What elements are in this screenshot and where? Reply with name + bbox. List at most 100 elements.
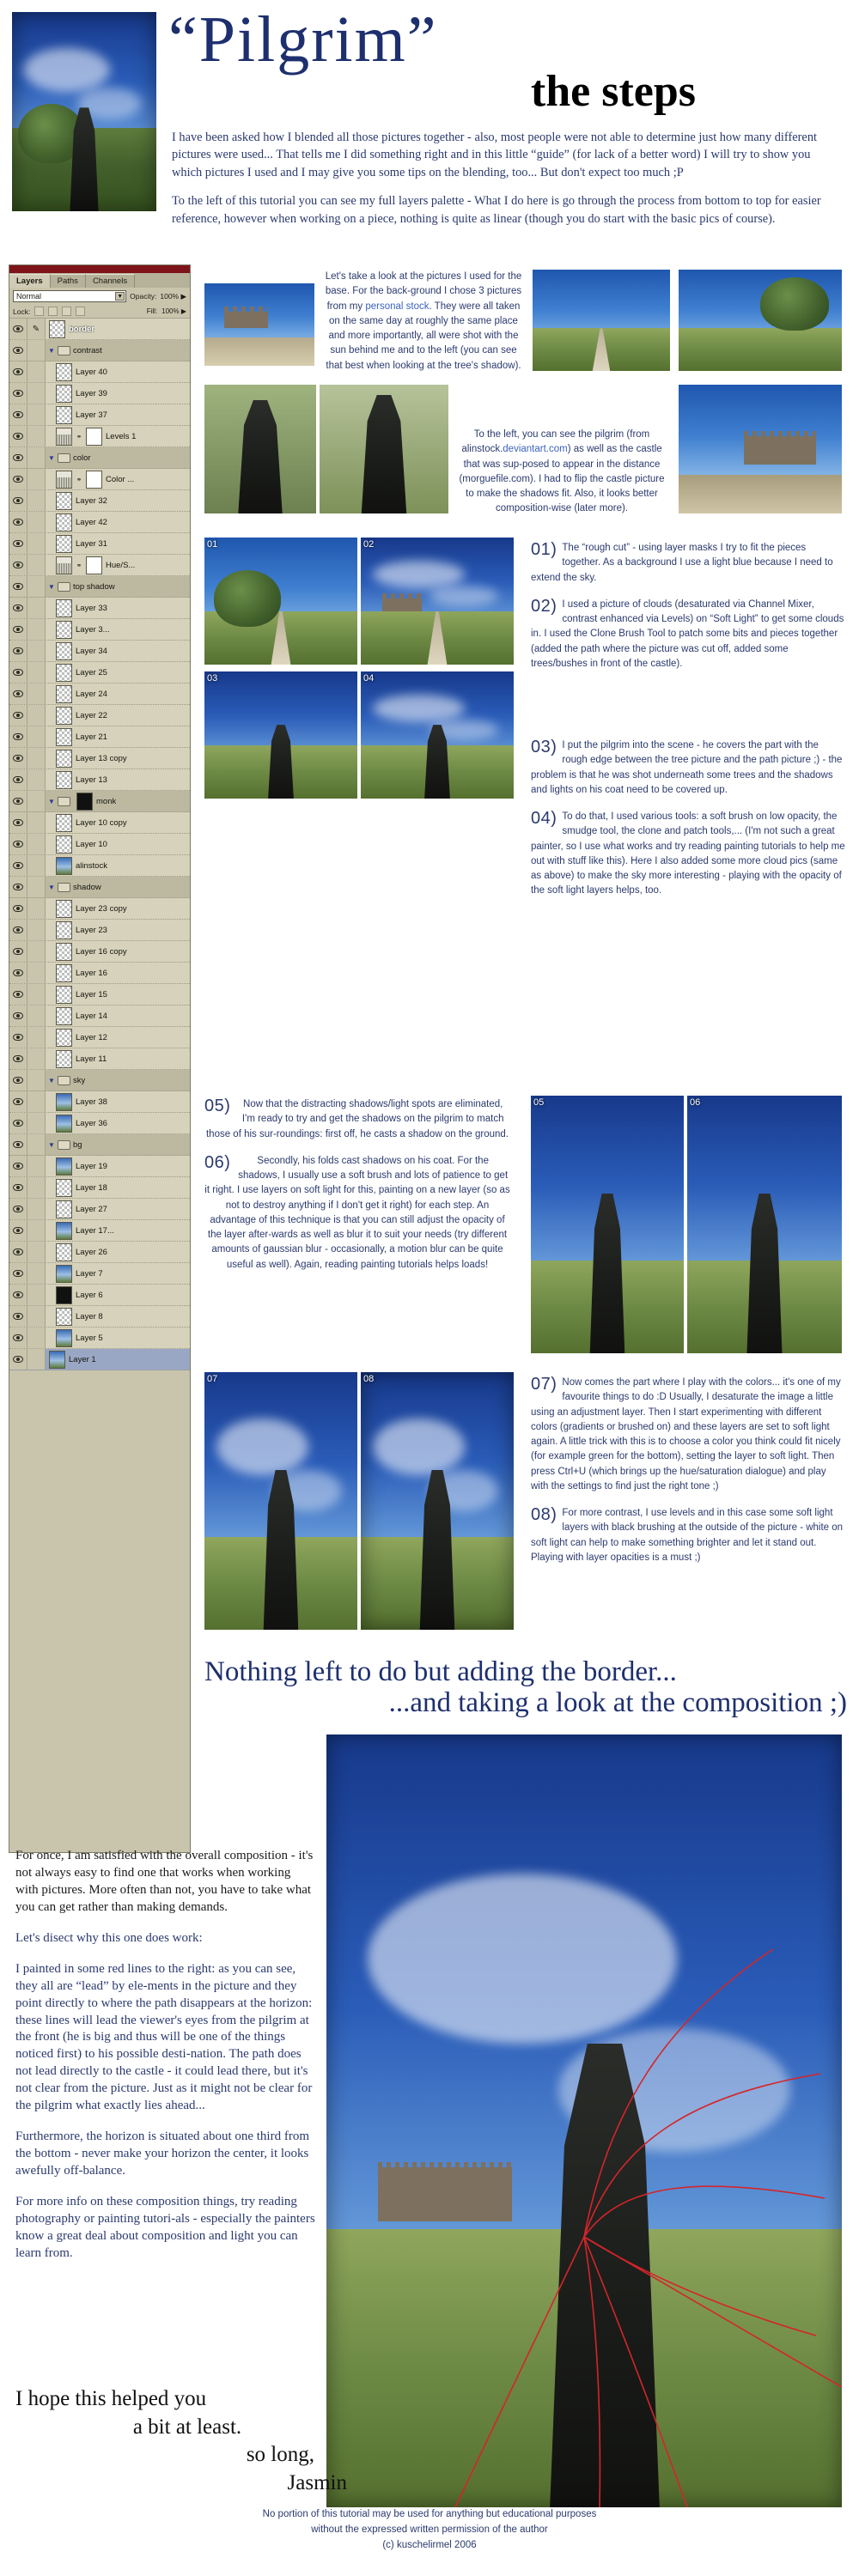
- link-slot[interactable]: [27, 340, 46, 361]
- link-slot[interactable]: [27, 769, 46, 790]
- tab-layers[interactable]: Layers: [9, 274, 51, 288]
- layer-row[interactable]: ⚭ Levels 1: [9, 426, 190, 447]
- layer-thumbnail[interactable]: [56, 1242, 72, 1261]
- layer-thumbnail[interactable]: [56, 1200, 72, 1218]
- eye-icon[interactable]: [9, 791, 27, 811]
- link-slot[interactable]: [27, 426, 46, 447]
- eye-icon[interactable]: [9, 1134, 27, 1155]
- layer-thumbnail[interactable]: [56, 920, 72, 939]
- layer-row[interactable]: Layer 10: [9, 834, 190, 855]
- layer-row[interactable]: Layer 6: [9, 1285, 190, 1306]
- chevron-down-icon[interactable]: ▼: [46, 454, 58, 462]
- eye-icon[interactable]: [9, 383, 27, 404]
- layer-thumbnail[interactable]: [56, 491, 72, 510]
- layer-thumbnail[interactable]: [56, 1114, 72, 1133]
- layer-thumbnail[interactable]: [56, 963, 72, 982]
- link-slot[interactable]: [27, 469, 46, 489]
- eye-icon[interactable]: [9, 1070, 27, 1091]
- layer-row[interactable]: ✎ border: [9, 319, 190, 340]
- layer-thumbnail[interactable]: [56, 1285, 72, 1304]
- eye-icon[interactable]: [9, 1263, 27, 1284]
- deviantart-link[interactable]: deviantart.com: [503, 444, 567, 454]
- eye-icon[interactable]: [9, 662, 27, 683]
- layer-thumbnail[interactable]: [56, 384, 72, 403]
- eye-icon[interactable]: [9, 963, 27, 983]
- link-slot[interactable]: [27, 920, 46, 940]
- layer-row[interactable]: ⚭ Hue/S...: [9, 555, 190, 576]
- eye-icon[interactable]: [9, 705, 27, 726]
- tab-paths[interactable]: Paths: [50, 274, 86, 288]
- layer-list[interactable]: ✎ border ▼ contrast Layer 40 Layer 39 Layer 37…: [9, 319, 190, 1830]
- layer-thumbnail[interactable]: [49, 319, 65, 338]
- layer-thumbnail[interactable]: [56, 1328, 72, 1347]
- fill-value[interactable]: 100% ▶: [161, 307, 186, 315]
- link-slot[interactable]: [27, 1134, 46, 1155]
- opacity-value[interactable]: 100% ▶: [160, 292, 186, 301]
- panel-tabs[interactable]: Layers Paths Channels: [9, 273, 190, 288]
- eye-icon[interactable]: [9, 533, 27, 554]
- layer-thumbnail[interactable]: [56, 470, 72, 489]
- link-slot[interactable]: [27, 941, 46, 962]
- all-lock-icon[interactable]: [76, 307, 86, 316]
- eye-icon[interactable]: [9, 319, 27, 339]
- layer-row[interactable]: Layer 13 copy: [9, 748, 190, 769]
- layer-row[interactable]: Layer 37: [9, 404, 190, 426]
- eye-icon[interactable]: [9, 920, 27, 940]
- eye-icon[interactable]: [9, 490, 27, 511]
- link-slot[interactable]: [27, 791, 46, 811]
- eye-icon[interactable]: [9, 1048, 27, 1069]
- layer-thumbnail[interactable]: [56, 1006, 72, 1025]
- layer-row[interactable]: Layer 23: [9, 920, 190, 941]
- transparency-lock-icon[interactable]: [34, 307, 45, 316]
- eye-icon[interactable]: [9, 361, 27, 382]
- link-slot[interactable]: [27, 683, 46, 704]
- link-slot[interactable]: [27, 748, 46, 769]
- link-slot[interactable]: [27, 1005, 46, 1026]
- layer-thumbnail[interactable]: [56, 985, 72, 1004]
- eye-icon[interactable]: [9, 1199, 27, 1219]
- layer-row[interactable]: Layer 14: [9, 1005, 190, 1027]
- link-slot[interactable]: [27, 1306, 46, 1327]
- layer-thumbnail[interactable]: [56, 1028, 72, 1047]
- blend-mode-select[interactable]: Normal ▼: [13, 290, 127, 302]
- link-slot[interactable]: [27, 1156, 46, 1176]
- link-slot[interactable]: [27, 1048, 46, 1069]
- link-slot[interactable]: [27, 705, 46, 726]
- eye-icon[interactable]: [9, 1156, 27, 1176]
- eye-icon[interactable]: [9, 984, 27, 1005]
- layer-mask-thumbnail[interactable]: [86, 470, 102, 489]
- link-slot[interactable]: [27, 1285, 46, 1305]
- eye-icon[interactable]: [9, 1327, 27, 1348]
- layer-thumbnail[interactable]: [56, 749, 72, 768]
- link-slot[interactable]: [27, 383, 46, 404]
- layer-row[interactable]: Layer 42: [9, 512, 190, 533]
- layer-thumbnail[interactable]: [56, 942, 72, 961]
- layer-group-row[interactable]: ▼ color: [9, 447, 190, 469]
- link-slot[interactable]: [27, 619, 46, 640]
- eye-icon[interactable]: [9, 641, 27, 661]
- eye-icon[interactable]: [9, 898, 27, 919]
- link-slot[interactable]: [27, 1242, 46, 1262]
- chevron-down-icon[interactable]: ▼: [46, 1077, 58, 1084]
- layer-thumbnail[interactable]: [56, 534, 72, 553]
- layer-thumbnail[interactable]: [56, 663, 72, 682]
- layer-row[interactable]: Layer 33: [9, 598, 190, 619]
- eye-icon[interactable]: [9, 769, 27, 790]
- eye-icon[interactable]: [9, 469, 27, 489]
- layer-thumbnail[interactable]: [56, 856, 72, 875]
- layer-row[interactable]: Layer 32: [9, 490, 190, 512]
- link-slot[interactable]: [27, 361, 46, 382]
- layer-group-row[interactable]: ▼ bg: [9, 1134, 190, 1156]
- eye-icon[interactable]: [9, 555, 27, 575]
- link-slot[interactable]: [27, 984, 46, 1005]
- layer-group-row[interactable]: ▼ sky: [9, 1070, 190, 1091]
- link-slot[interactable]: [27, 1027, 46, 1048]
- layer-row[interactable]: Layer 8: [9, 1306, 190, 1327]
- link-slot[interactable]: [27, 1070, 46, 1091]
- layer-group-row[interactable]: ▼ shadow: [9, 877, 190, 898]
- layer-row[interactable]: Layer 15: [9, 984, 190, 1005]
- link-slot[interactable]: [27, 533, 46, 554]
- layer-row[interactable]: Layer 16: [9, 963, 190, 984]
- layer-thumbnail[interactable]: [56, 1049, 72, 1068]
- layer-row[interactable]: Layer 23 copy: [9, 898, 190, 920]
